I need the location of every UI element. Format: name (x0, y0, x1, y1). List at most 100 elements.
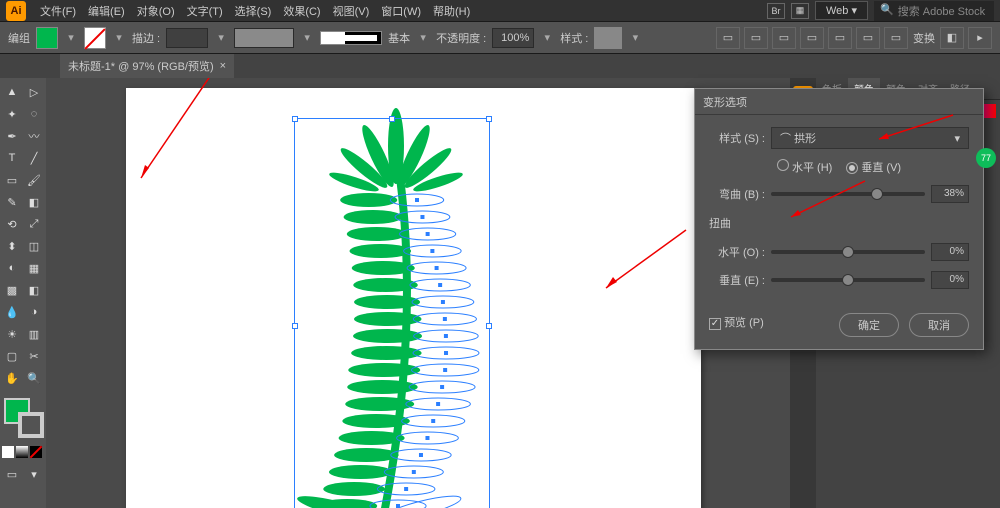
hdist-value[interactable]: 0% (931, 243, 969, 261)
symbol-tool[interactable]: ☀ (2, 324, 22, 344)
flyout-icon[interactable]: ▸ (968, 27, 992, 49)
slice-tool[interactable]: ✂ (24, 346, 44, 366)
artboard (126, 88, 701, 508)
align-icon[interactable]: ▭ (800, 27, 824, 49)
vdist-value[interactable]: 0% (931, 271, 969, 289)
eyedropper-tool[interactable]: 💧 (2, 302, 22, 322)
menu-effect[interactable]: 效果(C) (277, 3, 326, 19)
zoom-tool[interactable]: 🔍 (24, 368, 44, 388)
chevron-down-icon: ▾ (954, 132, 960, 145)
stroke-weight-dd-icon[interactable]: ▾ (214, 31, 228, 45)
close-icon[interactable]: × (220, 60, 226, 72)
style-select[interactable]: ⌒ 拱形▾ (771, 127, 969, 149)
align-icon[interactable]: ▭ (716, 27, 740, 49)
perspective-tool[interactable]: ▦ (24, 258, 44, 278)
bend-label: 弯曲 (B) : (709, 186, 765, 202)
opacity-label: 不透明度 : (436, 30, 486, 46)
selection-bbox[interactable] (294, 118, 490, 508)
gradient-tool[interactable]: ◧ (24, 280, 44, 300)
artboard-tool[interactable]: ▢ (2, 346, 22, 366)
fill-swatch[interactable] (36, 27, 58, 49)
free-transform-tool[interactable]: ◫ (24, 236, 44, 256)
rotate-tool[interactable]: ⟲ (2, 214, 22, 234)
align-icon[interactable]: ▭ (856, 27, 880, 49)
bridge-icon[interactable]: Br (767, 3, 785, 19)
graph-tool[interactable]: ▥ (24, 324, 44, 344)
shaper-tool[interactable]: ✎ (2, 192, 22, 212)
menu-edit[interactable]: 编辑(E) (82, 3, 131, 19)
stroke-profile-dd[interactable]: ▾ (300, 31, 314, 45)
distort-label: 扭曲 (709, 215, 969, 231)
screen-mode[interactable]: ▭ (2, 464, 22, 484)
bend-slider[interactable] (771, 192, 925, 196)
warp-options-dialog: 变形选项 样式 (S) : ⌒ 拱形▾ 水平 (H) 垂直 (V) 弯曲 (B)… (694, 88, 984, 350)
menu-type[interactable]: 文字(T) (181, 3, 229, 19)
rectangle-tool[interactable]: ▭ (2, 170, 22, 190)
transform-label[interactable]: 变换 (912, 27, 936, 49)
hdist-slider[interactable] (771, 250, 925, 254)
align-icon[interactable]: ▭ (884, 27, 908, 49)
selection-tool[interactable]: ▲ (2, 82, 22, 102)
eraser-tool[interactable]: ◧ (24, 192, 44, 212)
blend-tool[interactable]: ◑ (24, 302, 44, 322)
orient-horizontal[interactable]: 水平 (H) (777, 159, 832, 175)
brush-preview[interactable] (320, 31, 382, 45)
menu-view[interactable]: 视图(V) (327, 3, 376, 19)
style-dd[interactable]: ▾ (628, 31, 642, 45)
color-modes[interactable] (2, 446, 44, 458)
opacity-input[interactable]: 100% (492, 28, 534, 48)
menu-help[interactable]: 帮助(H) (427, 3, 476, 19)
style-label: 样式 : (560, 30, 588, 46)
line-tool[interactable]: ╱ (24, 148, 44, 168)
scale-tool[interactable]: ⤢ (24, 214, 44, 234)
width-tool[interactable]: ⬍ (2, 236, 22, 256)
pen-tool[interactable]: ✒ (2, 126, 22, 146)
hand-tool[interactable]: ✋ (2, 368, 22, 388)
graphic-style[interactable] (594, 27, 622, 49)
direct-select-tool[interactable]: ▷ (24, 82, 44, 102)
brush-tool[interactable]: 🖌 (24, 170, 44, 190)
ok-button[interactable]: 确定 (839, 313, 899, 337)
lasso-tool[interactable]: ◌ (24, 104, 44, 124)
bend-value[interactable]: 38% (931, 185, 969, 203)
stroke-dropdown-icon[interactable]: ▾ (112, 31, 126, 45)
vdist-label: 垂直 (E) : (709, 272, 765, 288)
status-badge: 77 (976, 148, 996, 168)
fill-stroke-indicator[interactable] (2, 396, 46, 440)
brush-dd[interactable]: ▾ (416, 31, 430, 45)
canvas[interactable] (46, 78, 790, 508)
opacity-dd[interactable]: ▾ (540, 31, 554, 45)
screen-mode-dd[interactable]: ▾ (24, 464, 44, 484)
document-tab[interactable]: 未标题-1* @ 97% (RGB/预览) × (60, 54, 234, 78)
type-tool[interactable]: T (2, 148, 22, 168)
isolate-icon[interactable]: ◧ (940, 27, 964, 49)
stroke-profile[interactable] (234, 28, 294, 48)
align-icon[interactable]: ▭ (828, 27, 852, 49)
selection-mode: 编组 (8, 30, 30, 46)
app-logo: Ai (6, 1, 26, 21)
hdist-label: 水平 (O) : (709, 244, 765, 260)
menu-object[interactable]: 对象(O) (131, 3, 181, 19)
stroke-weight-input[interactable] (166, 28, 208, 48)
preview-checkbox[interactable]: 预览 (P) (709, 314, 764, 330)
toolbox: ▲▷ ✦◌ ✒〰 T╱ ▭🖌 ✎◧ ⟲⤢ ⬍◫ ◐▦ ▩◧ 💧◑ ☀▥ ▢✂ ✋… (0, 78, 46, 508)
align-icon[interactable]: ▭ (772, 27, 796, 49)
menu-file[interactable]: 文件(F) (34, 3, 82, 19)
vdist-slider[interactable] (771, 278, 925, 282)
orient-vertical[interactable]: 垂直 (V) (846, 159, 901, 175)
cancel-button[interactable]: 取消 (909, 313, 969, 337)
stock-search[interactable]: 🔍 搜索 Adobe Stock (874, 1, 994, 21)
mesh-tool[interactable]: ▩ (2, 280, 22, 300)
stroke-label: 描边 : (132, 30, 160, 46)
curvature-tool[interactable]: 〰 (24, 126, 44, 146)
menu-select[interactable]: 选择(S) (229, 3, 278, 19)
align-icon[interactable]: ▭ (744, 27, 768, 49)
workspace-dropdown[interactable]: Web ▾ (815, 1, 868, 20)
fill-dropdown-icon[interactable]: ▾ (64, 31, 78, 45)
stroke-swatch[interactable] (84, 27, 106, 49)
magic-wand-tool[interactable]: ✦ (2, 104, 22, 124)
arrange-icon[interactable]: ▦ (791, 3, 809, 19)
menu-window[interactable]: 窗口(W) (375, 3, 427, 19)
shape-builder-tool[interactable]: ◐ (2, 258, 22, 278)
dialog-title: 变形选项 (695, 89, 983, 115)
